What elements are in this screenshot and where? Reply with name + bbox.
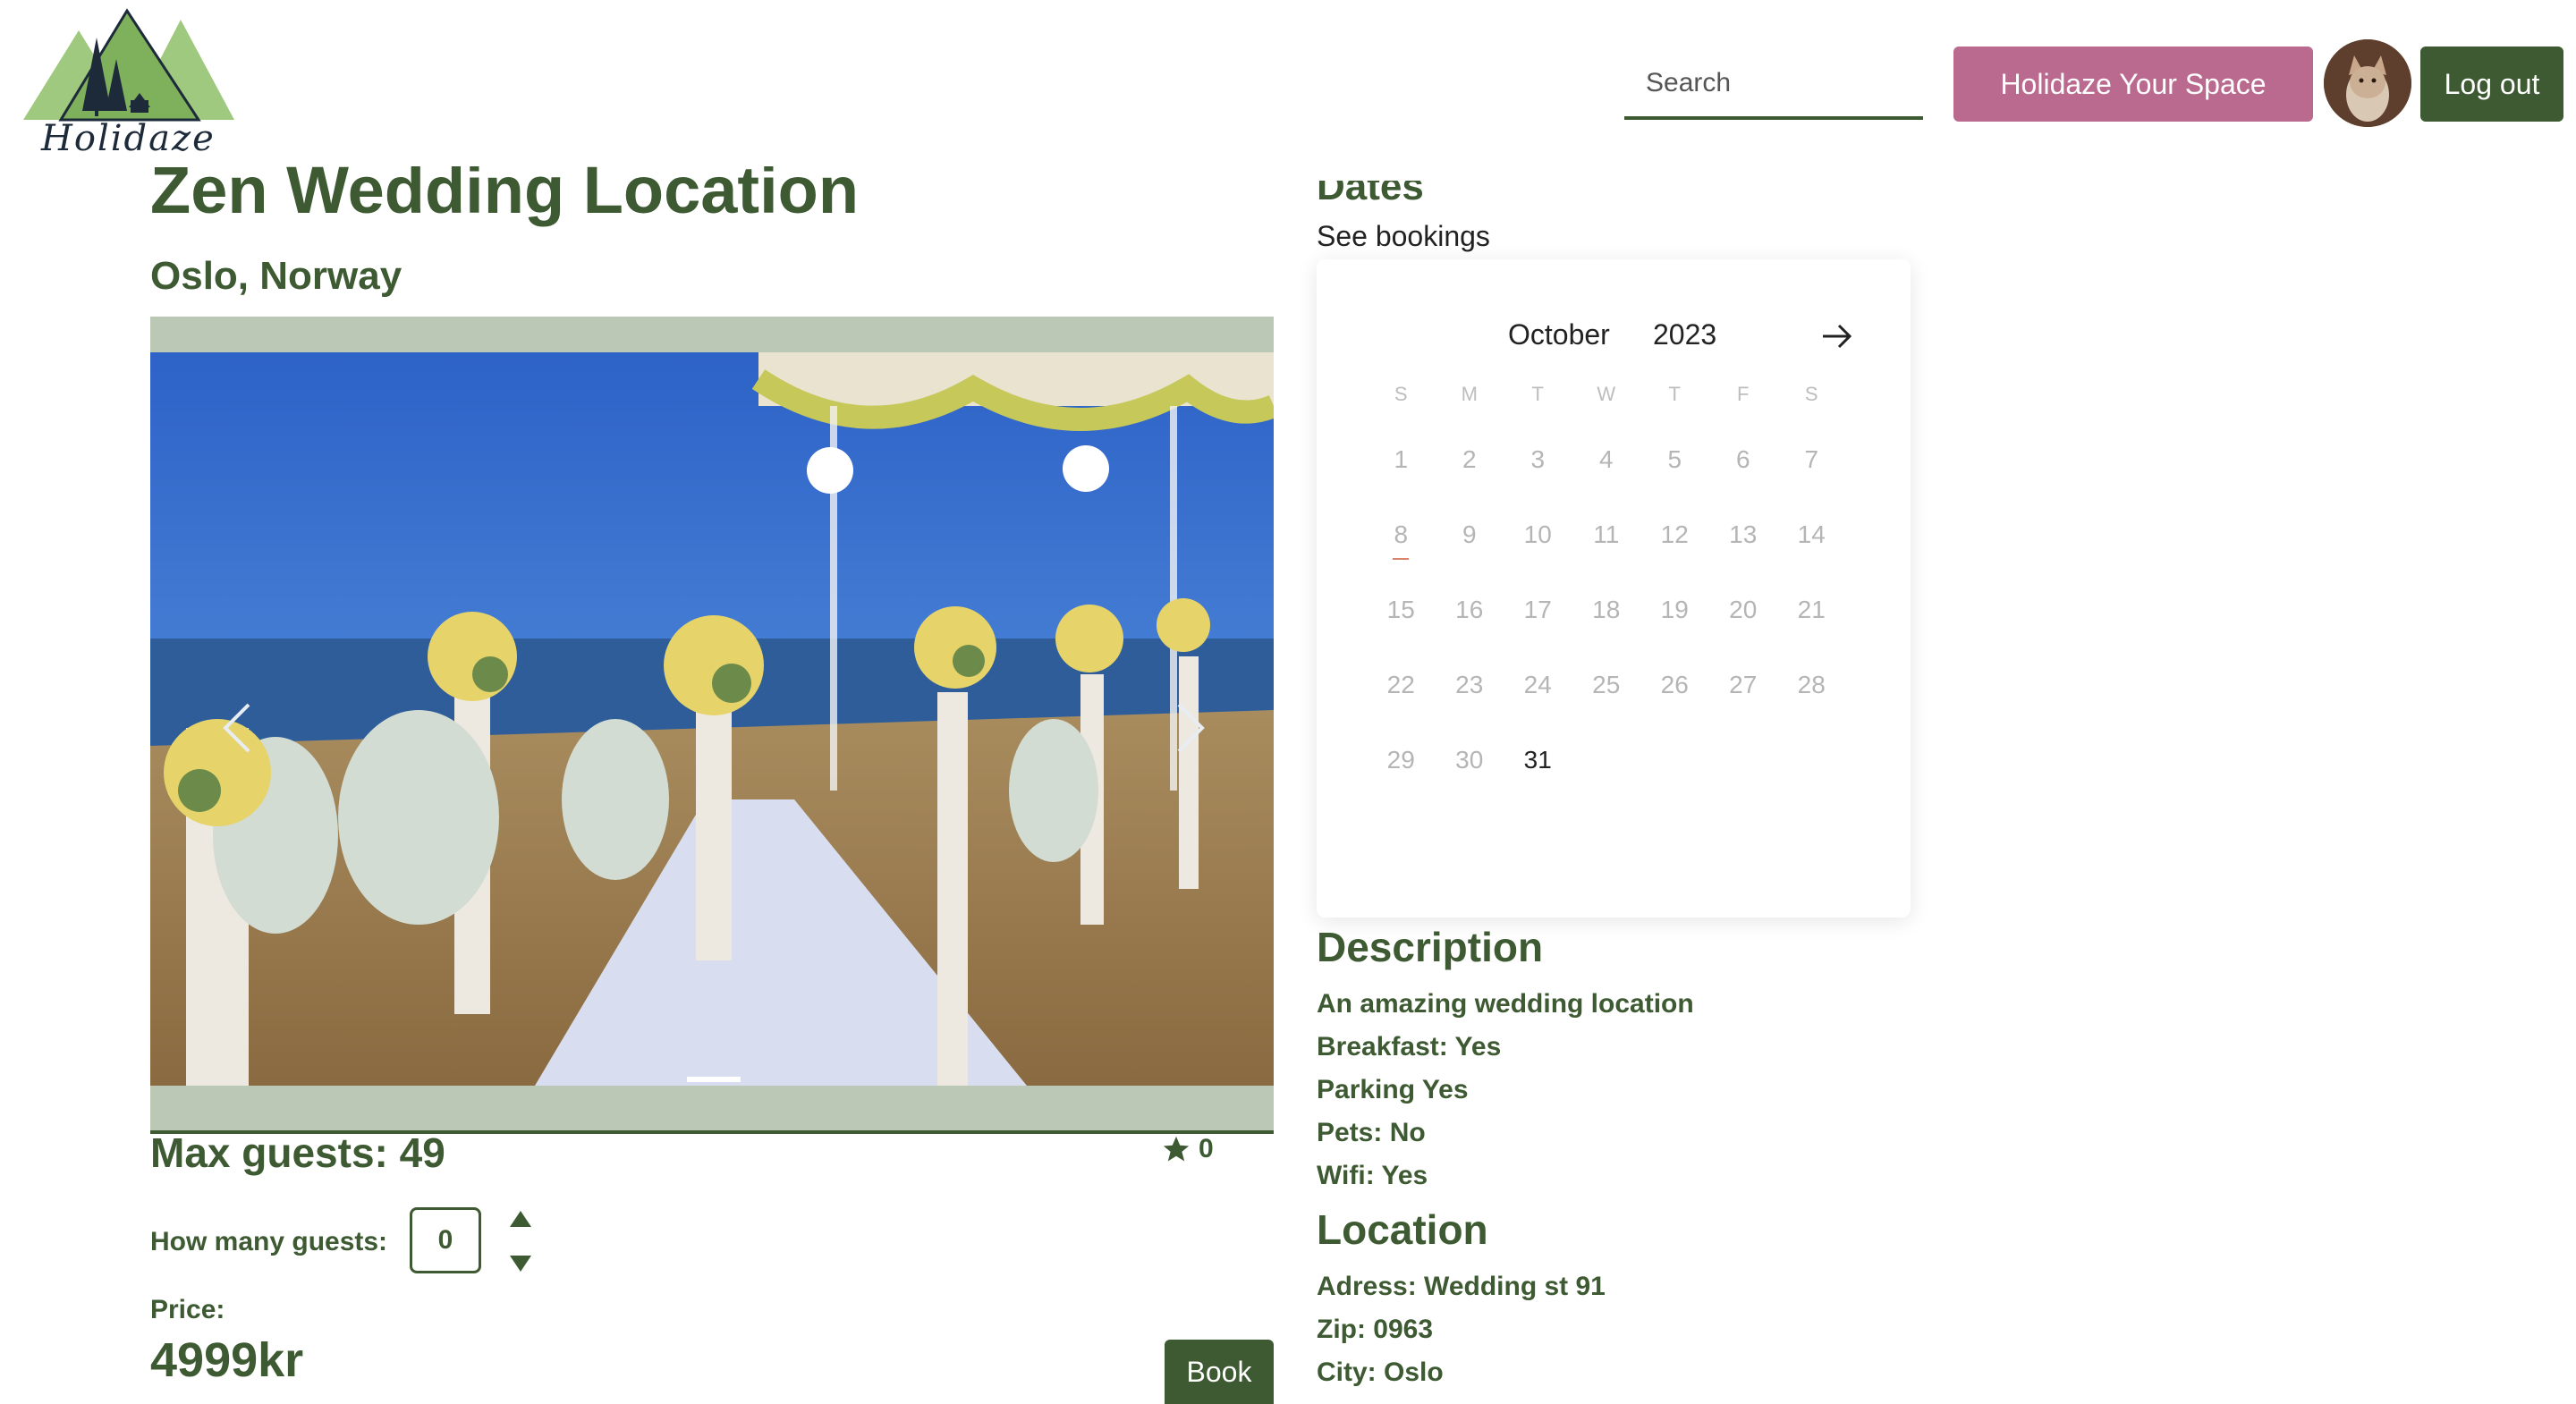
city-info: City: Oslo [1317,1357,1444,1387]
log-out-button[interactable]: Log out [2420,47,2563,122]
image-carousel[interactable] [150,317,1274,1134]
calendar-weekday: T [1531,383,1544,405]
calendar-week-row: 22 23 24 25 26 27 28 [1367,671,1850,746]
calendar-week-row: 8 9 10 11 12 13 14 [1367,520,1850,596]
calendar-weekday: M [1461,383,1478,405]
calendar-day: 29 [1386,746,1415,774]
location-heading: Location [1317,1206,1488,1253]
calendar-day: 2 [1462,445,1477,473]
carousel-prev-icon[interactable] [213,692,267,764]
calendar-day: 6 [1735,445,1750,473]
calendar-day: 13 [1729,520,1758,548]
page-title: Zen Wedding Location [150,153,860,227]
description-text: An amazing wedding location [1317,989,1694,1019]
avatar[interactable] [2324,39,2411,127]
calendar-day: 20 [1729,596,1758,623]
calendar-day: 4 [1598,445,1614,473]
venue-location: Oslo, Norway [150,254,402,298]
calendar-weekday: W [1597,383,1616,405]
rating: 0 [1161,1134,1214,1164]
carousel-next-icon[interactable] [1161,692,1215,764]
calendar-day: 12 [1660,520,1689,548]
pets-info: Pets: No [1317,1118,1426,1147]
calendar-weekday: F [1737,383,1750,405]
calendar-day: 19 [1660,596,1689,623]
carousel-indicator-active[interactable] [687,1077,741,1082]
address-info: Adress: Wedding st 91 [1317,1272,1606,1301]
search-input[interactable] [1624,50,1923,120]
calendar-weekday: S [1394,383,1408,405]
rating-value: 0 [1199,1134,1214,1163]
guests-input[interactable] [410,1207,481,1273]
calendar-day: 1 [1394,445,1409,473]
increment-guests-icon[interactable] [508,1209,533,1229]
calendar-day: 15 [1386,596,1415,623]
logo-text: Holidaze [41,118,216,159]
calendar-year[interactable]: 2023 [1653,318,1716,351]
calendar-day: 28 [1797,671,1826,698]
calendar-day[interactable]: 31 [1504,746,1572,774]
calendar-weekday: T [1668,383,1681,405]
calendar-week-row: 29 30 31 [1367,746,1850,821]
cat-avatar-icon [2324,39,2411,127]
calendar-day: 10 [1523,520,1552,548]
price-label: Price: [150,1295,225,1324]
location-list: Adress: Wedding st 91 Zip: 0963 City: Os… [1317,1272,1606,1400]
description-heading: Description [1317,924,1544,970]
see-bookings-label: See bookings [1317,220,1490,252]
calendar-grid: S M T W T F S 1 2 3 4 5 6 7 8 9 10 11 12 13 14 15 16 17 18 19 20 21… [1367,383,1850,821]
calendar-day: 30 [1455,746,1484,774]
calendar-week-row: 15 16 17 18 19 20 21 [1367,596,1850,671]
calendar-day: 23 [1455,671,1484,698]
calendar-day: 26 [1660,671,1689,698]
arrow-right-icon[interactable] [1818,317,1857,356]
calendar-day: 17 [1523,596,1552,623]
calendar-day: 11 [1593,520,1620,548]
calendar-day: 5 [1667,445,1682,473]
calendar-weekday-row: SMTWTFS [1367,383,1850,445]
booking-calendar: October 2023 S M T W T F S 1 2 3 4 5 6 7 8 9 10 11 12 13 14 1… [1317,259,1911,918]
calendar-day: 21 [1797,596,1826,623]
max-guests: Max guests: 49 [150,1129,445,1176]
calendar-day: 3 [1530,445,1546,473]
holidaze-your-space-button[interactable]: Holidaze Your Space [1953,47,2313,122]
breakfast-info: Breakfast: Yes [1317,1032,1502,1061]
calendar-day: 8 [1367,520,1436,560]
guests-label: How many guests: [150,1227,388,1256]
holidaze-logo[interactable]: Holidaze [23,7,238,166]
calendar-weekday: S [1804,383,1818,405]
calendar-day: 27 [1729,671,1758,698]
calendar-day: 24 [1523,671,1552,698]
calendar-day: 16 [1455,596,1484,623]
parking-info: Parking Yes [1317,1075,1469,1104]
price-value: 4999kr [150,1333,304,1387]
calendar-day: 9 [1462,520,1477,548]
book-button[interactable]: Book [1165,1340,1274,1404]
calendar-day: 14 [1797,520,1826,548]
dates-heading: Dates [1317,165,1424,208]
star-icon [1163,1136,1190,1162]
calendar-week-row: 1 2 3 4 5 6 7 [1367,445,1850,520]
wifi-info: Wifi: Yes [1317,1161,1428,1190]
description-list: An amazing wedding location Breakfast: Y… [1317,989,1694,1204]
zip-info: Zip: 0963 [1317,1315,1434,1344]
calendar-day: 25 [1592,671,1621,698]
calendar-month[interactable]: October [1508,318,1610,351]
calendar-day: 7 [1804,445,1819,473]
calendar-day: 18 [1592,596,1621,623]
venue-photo [150,352,1274,1086]
decrement-guests-icon[interactable] [508,1254,533,1273]
calendar-day: 22 [1386,671,1415,698]
